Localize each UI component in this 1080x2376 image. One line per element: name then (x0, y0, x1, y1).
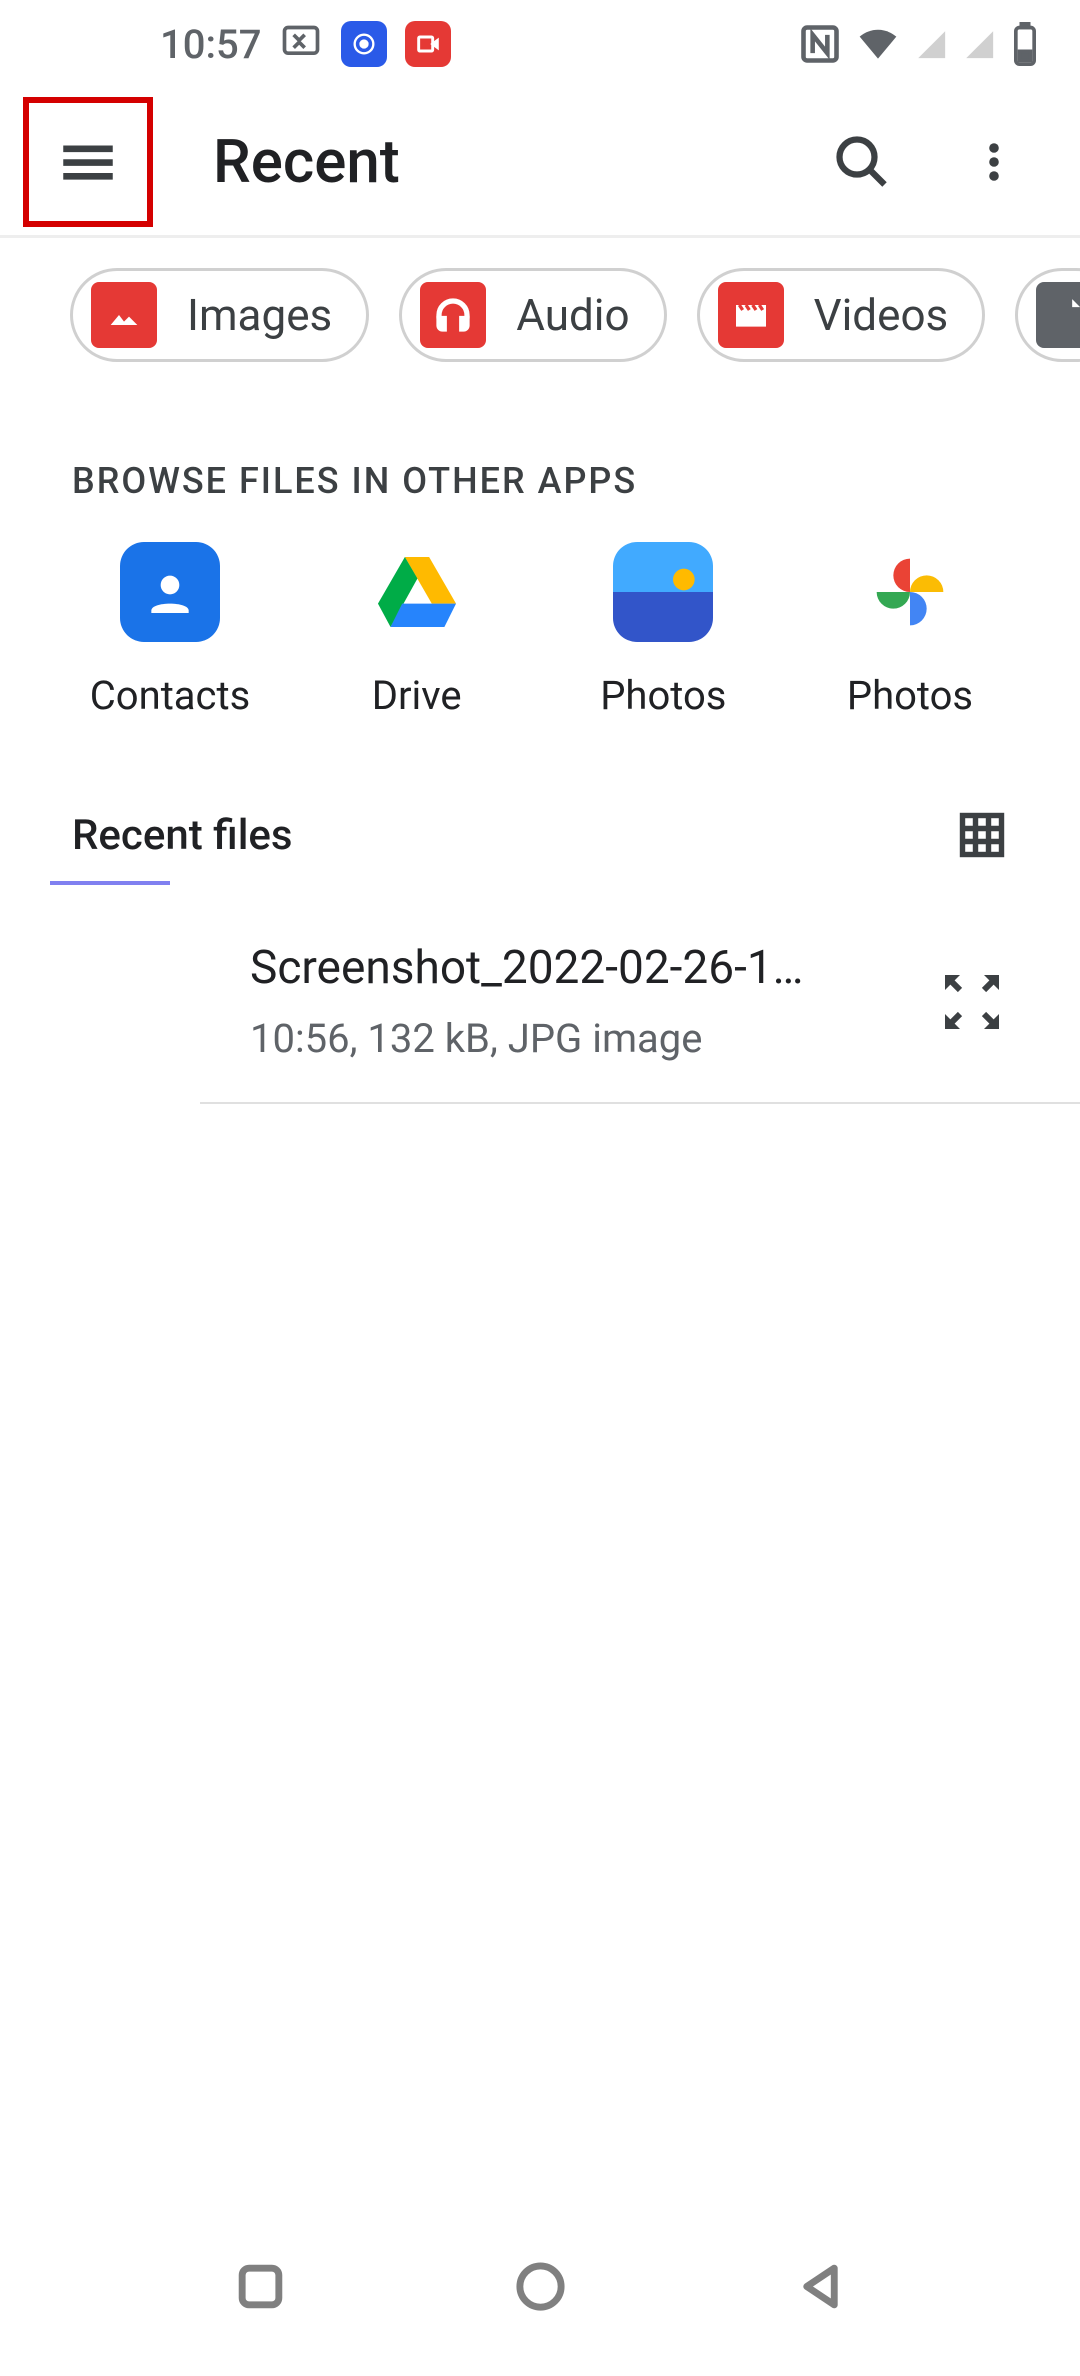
image-icon (91, 282, 157, 348)
file-info: Screenshot_2022-02-26-1… 10:56, 132 kB, … (250, 941, 936, 1062)
page-title: Recent (213, 126, 766, 197)
nav-home-button[interactable] (505, 2251, 575, 2321)
triangle-back-icon (793, 2259, 848, 2314)
file-meta: 10:56, 132 kB, JPG image (250, 1015, 936, 1062)
screen-record-icon (405, 21, 451, 67)
hamburger-icon (55, 129, 121, 195)
chip-audio[interactable]: Audio (399, 268, 666, 362)
filter-chips: Images Audio Videos (0, 238, 1080, 392)
nav-back-button[interactable] (785, 2251, 855, 2321)
circle-icon (513, 2259, 568, 2314)
status-bar: 10:57 (0, 0, 1080, 88)
status-left: 10:57 (160, 21, 451, 68)
chip-images[interactable]: Images (70, 268, 369, 362)
chip-label: Images (187, 289, 332, 341)
app-photos-google[interactable]: Photos (810, 542, 1010, 719)
file-thumbnail (50, 881, 170, 885)
app-label: Photos (600, 672, 726, 719)
app-toolbar: Recent (0, 88, 1080, 238)
app-photos-gallery[interactable]: Photos (563, 542, 763, 719)
clapper-icon (718, 282, 784, 348)
chip-videos[interactable]: Videos (697, 268, 986, 362)
battery-icon (1010, 22, 1040, 66)
chip-documents[interactable] (1015, 268, 1080, 362)
wifi-icon (856, 22, 900, 66)
no-sim-icon-2 (962, 22, 996, 66)
search-icon (832, 132, 892, 192)
file-row[interactable]: Screenshot_2022-02-26-1… 10:56, 132 kB, … (200, 901, 1080, 1104)
overflow-button[interactable] (958, 126, 1030, 198)
status-right (798, 22, 1040, 66)
document-icon (1036, 282, 1080, 348)
status-time: 10:57 (160, 21, 261, 68)
menu-button[interactable] (23, 97, 153, 227)
chip-label: Audio (516, 289, 629, 341)
search-button[interactable] (826, 126, 898, 198)
app-label: Drive (372, 672, 462, 719)
google-photos-icon (860, 542, 960, 642)
file-expand-button[interactable] (936, 966, 1008, 1038)
app-contacts[interactable]: Contacts (70, 542, 270, 719)
file-name: Screenshot_2022-02-26-1… (250, 941, 830, 995)
browse-section-header: BROWSE FILES IN OTHER APPS (0, 392, 1080, 542)
chip-label: Videos (814, 289, 949, 341)
app-label: Contacts (90, 672, 250, 719)
app-drive[interactable]: Drive (317, 542, 517, 719)
browse-apps-row: Contacts Drive Photos Photos (0, 542, 1080, 719)
view-grid-button[interactable] (956, 809, 1008, 861)
cast-icon (341, 21, 387, 67)
recent-files-title: Recent files (72, 811, 293, 860)
recent-files-header: Recent files (0, 719, 1080, 901)
app-label: Photos (847, 672, 973, 719)
system-nav-bar (0, 2196, 1080, 2376)
nav-recents-button[interactable] (225, 2251, 295, 2321)
nfc-icon (798, 22, 842, 66)
drive-icon (367, 542, 467, 642)
square-icon (233, 2259, 288, 2314)
grid-icon (956, 809, 1008, 861)
gallery-icon (613, 542, 713, 642)
more-vert-icon (970, 138, 1018, 186)
screenshot-saved-icon (279, 22, 323, 66)
contacts-icon (120, 542, 220, 642)
no-sim-icon (914, 22, 948, 66)
headphones-icon (420, 282, 486, 348)
expand-icon (936, 966, 1008, 1038)
